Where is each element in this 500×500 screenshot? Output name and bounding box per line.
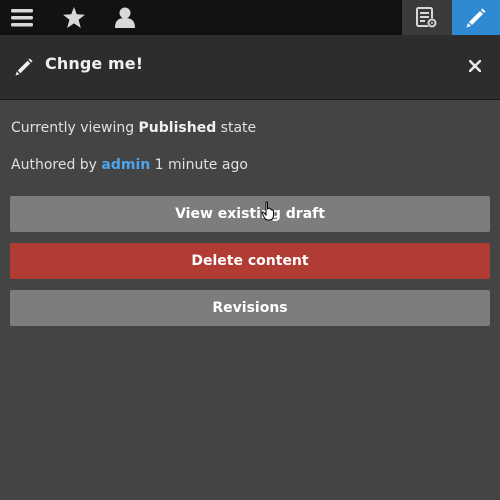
- status-suffix: state: [216, 120, 257, 136]
- revisions-button[interactable]: Revisions: [10, 290, 490, 326]
- author-link[interactable]: admin: [101, 157, 150, 173]
- delete-content-button[interactable]: Delete content: [10, 243, 490, 279]
- user-button[interactable]: [101, 0, 149, 35]
- menu-icon: [11, 8, 33, 26]
- edit-icon: [466, 8, 486, 27]
- view-draft-button[interactable]: View existing draft: [10, 196, 490, 232]
- settings-doc-icon: [416, 6, 437, 28]
- edit-mode-button[interactable]: [452, 0, 500, 35]
- pencil-icon: [15, 58, 33, 80]
- close-icon: [469, 60, 481, 72]
- status-line: Currently viewing Published state: [11, 120, 256, 136]
- page-settings-button[interactable]: [402, 0, 452, 35]
- menu-button[interactable]: [0, 0, 44, 35]
- user-icon: [115, 7, 135, 28]
- author-suffix: 1 minute ago: [150, 157, 248, 173]
- author-line: Authored by admin 1 minute ago: [11, 157, 248, 173]
- status-prefix: Currently viewing: [11, 120, 139, 136]
- panel-header: Chnge me!: [0, 35, 500, 100]
- status-state: Published: [138, 120, 217, 136]
- top-toolbar: [0, 0, 500, 35]
- page-title: Chnge me!: [45, 54, 144, 73]
- close-button[interactable]: [464, 55, 486, 77]
- author-prefix: Authored by: [11, 157, 102, 173]
- favorites-button[interactable]: [50, 0, 98, 35]
- star-icon: [63, 7, 85, 28]
